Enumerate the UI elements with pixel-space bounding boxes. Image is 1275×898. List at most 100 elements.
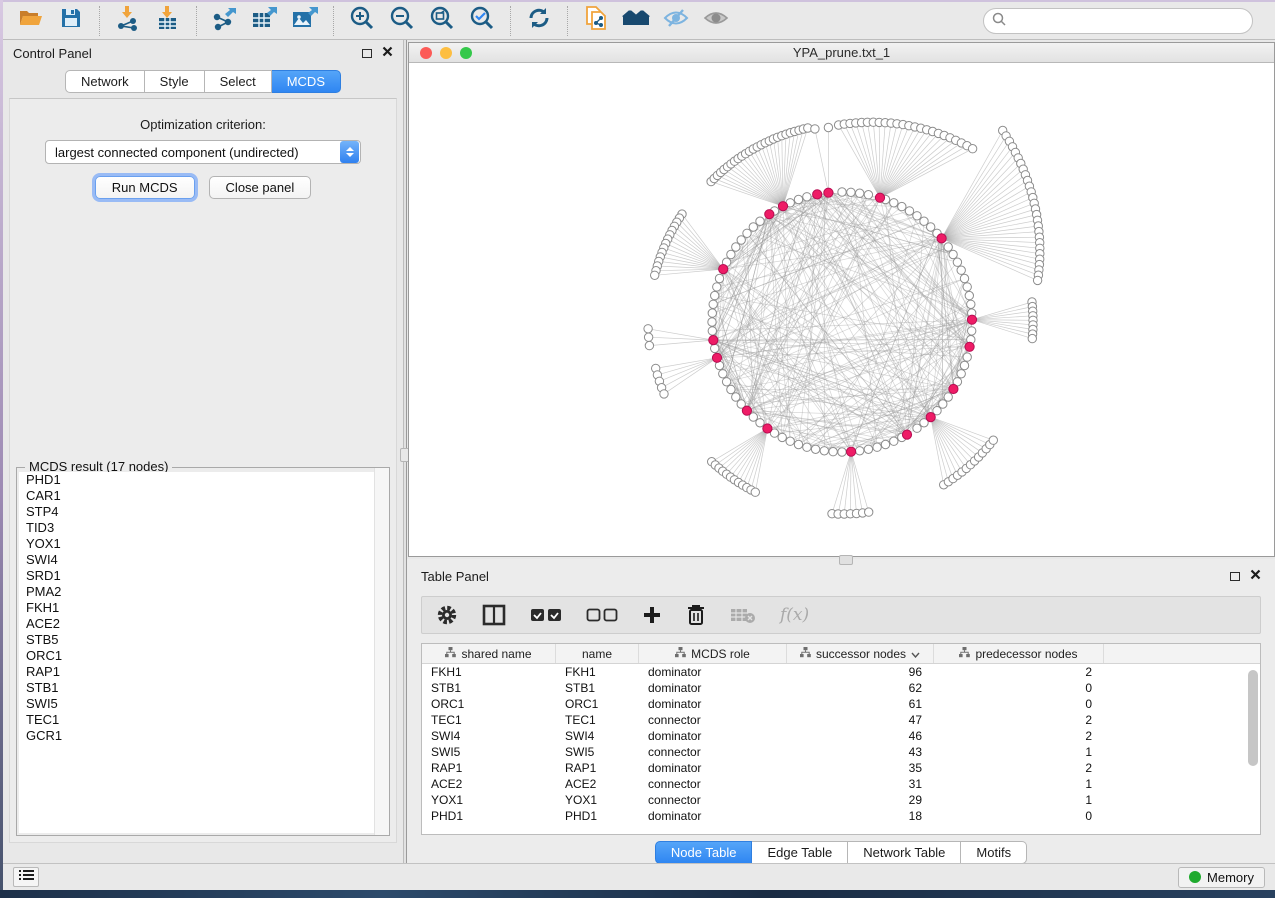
- mcds-result-item[interactable]: STB5: [19, 632, 387, 648]
- control-panel-title: Control Panel: [13, 46, 92, 61]
- zoom-fit-button[interactable]: [422, 6, 462, 36]
- right-column: YPA_prune.txt_1 Table Panel: [407, 40, 1275, 863]
- first-neighbors-button[interactable]: [616, 6, 656, 36]
- search-box[interactable]: [983, 8, 1253, 34]
- desktop-wallpaper-bottom: [0, 890, 1275, 898]
- mcds-result-item[interactable]: FKH1: [19, 600, 387, 616]
- table-row[interactable]: FKH1FKH1dominator962: [422, 664, 1260, 680]
- mcds-result-item[interactable]: STB1: [19, 680, 387, 696]
- table-cell: connector: [639, 777, 787, 791]
- table-cell: connector: [639, 713, 787, 727]
- save-session-button[interactable]: [51, 6, 91, 36]
- control-panel: Control Panel NetworkStyleSelectMCDS Opt…: [3, 40, 403, 863]
- settings-gear-icon[interactable]: [436, 604, 458, 626]
- table-cell: TEC1: [556, 713, 639, 727]
- tab-style[interactable]: Style: [145, 70, 205, 93]
- clone-network-button[interactable]: [576, 6, 616, 36]
- close-panel-icon[interactable]: [382, 44, 393, 62]
- table-row[interactable]: ORC1ORC1dominator610: [422, 696, 1260, 712]
- show-all-button[interactable]: [696, 6, 736, 36]
- mcds-result-item[interactable]: SRD1: [19, 568, 387, 584]
- tab-mcds[interactable]: MCDS: [272, 70, 341, 93]
- sort-chevron-icon[interactable]: [911, 647, 920, 661]
- zoom-in-button[interactable]: [342, 6, 382, 36]
- zoom-selected-button[interactable]: [462, 6, 502, 36]
- mcds-result-item[interactable]: SWI5: [19, 696, 387, 712]
- table-panel-title: Table Panel: [421, 569, 489, 584]
- table-row[interactable]: ACE2ACE2connector311: [422, 776, 1260, 792]
- table-row[interactable]: TEC1TEC1connector472: [422, 712, 1260, 728]
- mcds-result-item[interactable]: TEC1: [19, 712, 387, 728]
- tab-network-table[interactable]: Network Table: [848, 841, 961, 864]
- tab-edge-table[interactable]: Edge Table: [752, 841, 848, 864]
- mcds-result-item[interactable]: PMA2: [19, 584, 387, 600]
- export-network-button[interactable]: [205, 6, 245, 36]
- table-row[interactable]: RAP1RAP1dominator352: [422, 760, 1260, 776]
- close-panel-button[interactable]: Close panel: [209, 176, 312, 199]
- mcds-result-item[interactable]: RAP1: [19, 664, 387, 680]
- tab-network[interactable]: Network: [65, 70, 145, 93]
- tab-node-table[interactable]: Node Table: [655, 841, 753, 864]
- export-table-button[interactable]: [245, 6, 285, 36]
- open-file-button[interactable]: [11, 6, 51, 36]
- mcds-result-item[interactable]: ACE2: [19, 616, 387, 632]
- float-panel-icon[interactable]: [1230, 572, 1240, 581]
- tab-motifs[interactable]: Motifs: [961, 841, 1027, 864]
- network-tree-icon: [445, 647, 456, 661]
- column-header-name[interactable]: name: [556, 644, 639, 663]
- mcds-result-item[interactable]: SWI4: [19, 552, 387, 568]
- column-header-shared-name[interactable]: shared name: [422, 644, 556, 663]
- memory-status-dot: [1189, 871, 1201, 883]
- mcds-result-item[interactable]: TID3: [19, 520, 387, 536]
- mcds-result-item[interactable]: CAR1: [19, 488, 387, 504]
- tab-select[interactable]: Select: [205, 70, 272, 93]
- table-row[interactable]: YOX1YOX1connector291: [422, 792, 1260, 808]
- table-row[interactable]: SWI5SWI5connector431: [422, 744, 1260, 760]
- network-window-titlebar[interactable]: YPA_prune.txt_1: [409, 43, 1274, 63]
- run-mcds-button[interactable]: Run MCDS: [95, 176, 195, 199]
- zoom-out-button[interactable]: [382, 6, 422, 36]
- import-network-button[interactable]: [108, 6, 148, 36]
- divider-grip[interactable]: [839, 555, 853, 565]
- column-header-predecessor-nodes[interactable]: predecessor nodes: [934, 644, 1104, 663]
- refresh-button[interactable]: [519, 6, 559, 36]
- mcds-result-item[interactable]: ORC1: [19, 648, 387, 664]
- mcds-result-item[interactable]: PHD1: [19, 472, 387, 488]
- table-cell: 61: [787, 697, 934, 711]
- hide-selected-button[interactable]: [656, 6, 696, 36]
- mcds-result-item[interactable]: YOX1: [19, 536, 387, 552]
- mcds-list-scrollbar[interactable]: [374, 468, 389, 835]
- optimization-criterion-select[interactable]: largest connected component (undirected): [45, 140, 361, 164]
- mcds-result-list[interactable]: PHD1CAR1STP4TID3YOX1SWI4SRD1PMA2FKH1ACE2…: [19, 472, 387, 833]
- list-icon: [19, 868, 34, 886]
- table-scrollbar-thumb[interactable]: [1248, 670, 1258, 766]
- network-canvas[interactable]: [409, 63, 1274, 556]
- export-image-button[interactable]: [285, 6, 325, 36]
- houses-icon: [621, 6, 651, 35]
- add-column-icon[interactable]: [642, 605, 662, 625]
- select-all-icon[interactable]: [530, 607, 562, 623]
- close-panel-icon[interactable]: [1250, 567, 1261, 585]
- show-panels-button[interactable]: [13, 867, 39, 887]
- delete-column-icon[interactable]: [686, 604, 706, 626]
- table-row[interactable]: STB1STB1dominator620: [422, 680, 1260, 696]
- table-cell: ORC1: [422, 697, 556, 711]
- table-cell: 96: [787, 665, 934, 679]
- close-traffic-light[interactable]: [420, 47, 432, 59]
- search-input[interactable]: [1012, 14, 1252, 29]
- column-header-MCDS-role[interactable]: MCDS role: [639, 644, 787, 663]
- memory-button[interactable]: Memory: [1178, 867, 1265, 888]
- deselect-all-icon[interactable]: [586, 607, 618, 623]
- table-row[interactable]: PHD1PHD1dominator180: [422, 808, 1260, 824]
- network-graph[interactable]: [409, 63, 1274, 556]
- maximize-traffic-light[interactable]: [460, 47, 472, 59]
- mcds-result-item[interactable]: GCR1: [19, 728, 387, 744]
- column-header-successor-nodes[interactable]: successor nodes: [787, 644, 934, 663]
- import-table-button[interactable]: [148, 6, 188, 36]
- table-row[interactable]: SWI4SWI4dominator462: [422, 728, 1260, 744]
- minimize-traffic-light[interactable]: [440, 47, 452, 59]
- node-table-body: FKH1FKH1dominator962STB1STB1dominator620…: [422, 664, 1260, 824]
- show-hide-columns-icon[interactable]: [482, 604, 506, 626]
- mcds-result-item[interactable]: STP4: [19, 504, 387, 520]
- float-panel-icon[interactable]: [362, 49, 372, 58]
